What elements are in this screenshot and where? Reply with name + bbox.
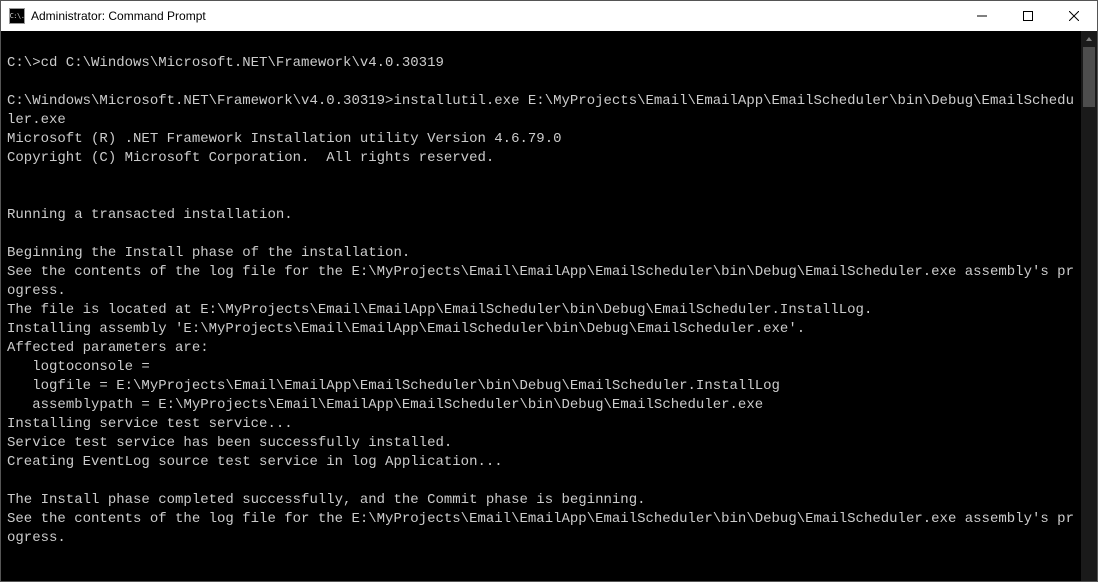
close-button[interactable] (1051, 1, 1097, 31)
window-controls (959, 1, 1097, 31)
close-icon (1069, 11, 1079, 21)
minimize-button[interactable] (959, 1, 1005, 31)
command-prompt-window: C:\. Administrator: Command Prompt C:\>c… (0, 0, 1098, 582)
maximize-icon (1023, 11, 1033, 21)
console-output[interactable]: C:\>cd C:\Windows\Microsoft.NET\Framewor… (1, 31, 1081, 581)
window-title: Administrator: Command Prompt (31, 9, 206, 23)
cmd-icon: C:\. (9, 8, 25, 24)
maximize-button[interactable] (1005, 1, 1051, 31)
scroll-thumb[interactable] (1083, 47, 1095, 107)
console-area: C:\>cd C:\Windows\Microsoft.NET\Framewor… (1, 31, 1097, 581)
minimize-icon (977, 11, 987, 21)
titlebar[interactable]: C:\. Administrator: Command Prompt (1, 1, 1097, 31)
scroll-up-arrow-icon[interactable] (1081, 31, 1097, 47)
vertical-scrollbar[interactable] (1081, 31, 1097, 581)
cmd-icon-text: C:\. (10, 13, 25, 20)
